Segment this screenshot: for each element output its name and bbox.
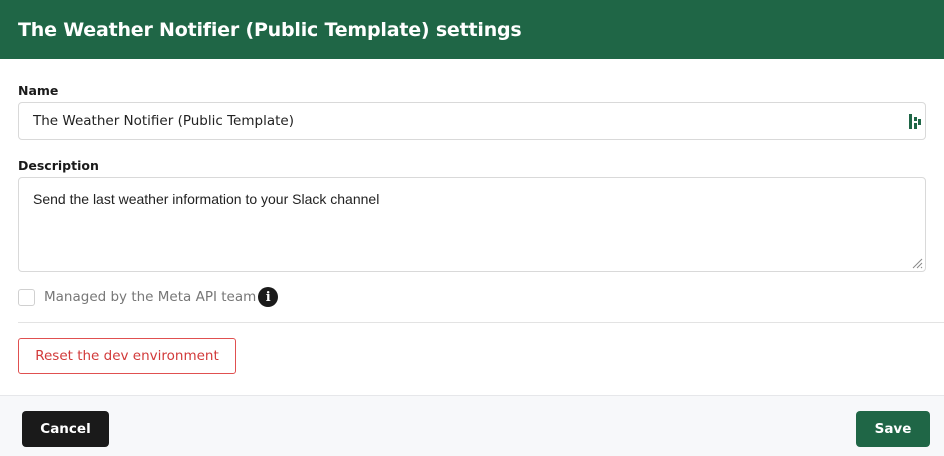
divider [18, 322, 944, 323]
reset-dev-environment-button[interactable]: Reset the dev environment [18, 338, 236, 374]
name-label: Name [18, 83, 59, 98]
name-input[interactable]: The Weather Notifier (Public Template) [18, 102, 926, 140]
dialog-header: The Weather Notifier (Public Template) s… [0, 0, 944, 59]
managed-checkbox-label: Managed by the Meta API team [44, 289, 257, 305]
resize-handle-icon[interactable] [911, 257, 923, 269]
info-icon[interactable]: i [258, 287, 279, 307]
managed-checkbox-row: Managed by the Meta API team i [18, 286, 279, 308]
password-manager-icon[interactable] [909, 114, 921, 129]
dialog-footer: Cancel Save [0, 395, 944, 456]
save-button[interactable]: Save [856, 411, 930, 447]
description-value: Send the last weather information to you… [33, 191, 380, 207]
managed-checkbox[interactable] [18, 288, 35, 306]
description-label: Description [18, 158, 99, 173]
dialog-title: The Weather Notifier (Public Template) s… [18, 18, 522, 41]
description-textarea[interactable]: Send the last weather information to you… [18, 177, 926, 272]
cancel-button[interactable]: Cancel [22, 411, 109, 447]
name-input-value: The Weather Notifier (Public Template) [33, 113, 294, 129]
